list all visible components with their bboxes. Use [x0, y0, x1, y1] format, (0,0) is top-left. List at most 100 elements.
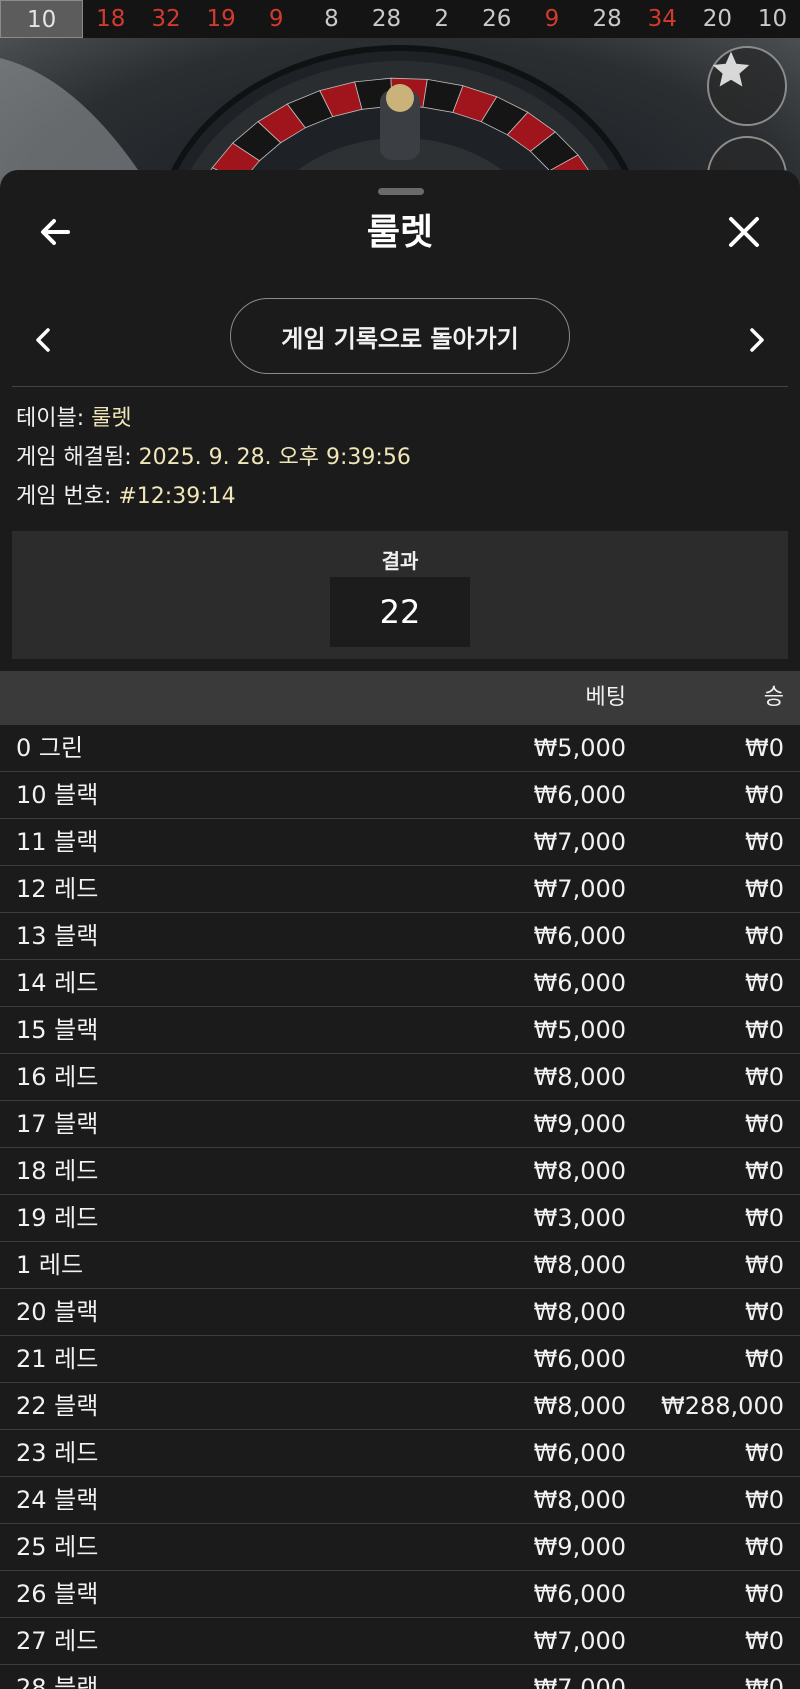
bet-amount: ₩9,000: [533, 1110, 626, 1138]
bet-name: 1 레드: [16, 1251, 84, 1279]
bet-amount: ₩7,000: [533, 875, 626, 903]
table-label: 테이블:: [16, 406, 85, 431]
bet-amount: ₩5,000: [533, 1016, 626, 1044]
bet-name: 12 레드: [16, 875, 99, 903]
history-number: 32: [151, 6, 181, 32]
table-row: 25 레드 ₩9,000 ₩0: [0, 1524, 800, 1571]
win-amount: ₩0: [745, 1110, 784, 1138]
result-history-strip: 10 18 32 19 9 8 28 2 26 9 28 34 20 10: [0, 0, 800, 38]
previous-game-button[interactable]: [28, 322, 58, 358]
bet-name: 19 레드: [16, 1204, 99, 1232]
bet-name: 17 블랙: [16, 1110, 99, 1138]
table-row: 27 레드 ₩7,000 ₩0: [0, 1618, 800, 1665]
back-to-history-button[interactable]: 게임 기록으로 돌아가기: [230, 298, 570, 374]
table-row: 23 레드 ₩6,000 ₩0: [0, 1430, 800, 1477]
bet-amount: ₩8,000: [533, 1298, 626, 1326]
history-number: 34: [647, 6, 677, 32]
bet-name: 25 레드: [16, 1533, 99, 1561]
table-row: 19 레드 ₩3,000 ₩0: [0, 1195, 800, 1242]
bet-amount: ₩7,000: [533, 1627, 626, 1655]
result-number: 22: [330, 577, 470, 647]
bet-name: 28 블랙: [16, 1674, 99, 1689]
star-icon: [712, 51, 750, 87]
table-row: 1 레드 ₩8,000 ₩0: [0, 1242, 800, 1289]
bet-name: 14 레드: [16, 969, 99, 997]
bet-amount: ₩3,000: [533, 1204, 626, 1232]
favorite-button[interactable]: [707, 46, 787, 126]
history-number: 26: [482, 6, 512, 32]
bet-amount: ₩8,000: [533, 1486, 626, 1514]
bet-name: 18 레드: [16, 1157, 99, 1185]
bet-name: 0 그린: [16, 734, 84, 762]
win-amount: ₩0: [745, 1627, 784, 1655]
win-amount: ₩0: [745, 969, 784, 997]
bet-name: 26 블랙: [16, 1580, 99, 1608]
bet-name: 16 레드: [16, 1063, 99, 1091]
page-title: 룰렛: [366, 212, 434, 253]
history-number: 28: [371, 6, 402, 32]
win-amount: ₩0: [745, 1298, 784, 1326]
history-number: 8: [324, 6, 339, 32]
game-detail-sheet: 룰렛 게임 기록으로 돌아가기 테이블: 룰렛 게임 해결됨: 2025. 9.…: [0, 170, 800, 1689]
table-row: 16 레드 ₩8,000 ₩0: [0, 1054, 800, 1101]
divider: [12, 386, 788, 387]
bet-name: 23 레드: [16, 1439, 99, 1467]
win-amount: ₩0: [745, 828, 784, 856]
table-row: 26 블랙 ₩6,000 ₩0: [0, 1571, 800, 1618]
bet-amount: ₩8,000: [533, 1392, 626, 1420]
history-number: 2: [434, 6, 449, 32]
win-amount: ₩0: [745, 922, 784, 950]
game-number-label: 게임 번호:: [16, 484, 112, 509]
win-amount: ₩0: [745, 1486, 784, 1514]
bet-amount: ₩8,000: [533, 1157, 626, 1185]
header-bet: 베팅: [585, 685, 626, 710]
table-row: 0 그린 ₩5,000 ₩0: [0, 725, 800, 772]
win-amount: ₩0: [745, 875, 784, 903]
close-button[interactable]: [724, 212, 764, 252]
history-number: 10: [757, 6, 788, 32]
table-row: 11 블랙 ₩7,000 ₩0: [0, 819, 800, 866]
bet-amount: ₩7,000: [533, 828, 626, 856]
bet-name: 22 블랙: [16, 1392, 99, 1420]
bet-amount: ₩7,000: [533, 1674, 626, 1689]
table-row: 28 블랙 ₩7,000 ₩0: [0, 1665, 800, 1689]
table-header: 베팅 승: [0, 671, 800, 725]
bet-name: 27 레드: [16, 1627, 99, 1655]
bet-amount: ₩8,000: [533, 1063, 626, 1091]
result-box: 결과 22: [12, 531, 788, 659]
game-number-value: #12:39:14: [118, 484, 236, 509]
table-row: 12 레드 ₩7,000 ₩0: [0, 866, 800, 913]
bet-name: 21 레드: [16, 1345, 99, 1373]
bet-name: 24 블랙: [16, 1486, 99, 1514]
next-game-button[interactable]: [742, 322, 772, 358]
win-amount: ₩0: [745, 1204, 784, 1232]
table-value: 룰렛: [91, 406, 132, 431]
roulette-wheel-video: [0, 38, 800, 188]
bet-amount: ₩6,000: [533, 922, 626, 950]
bet-name: 13 블랙: [16, 922, 99, 950]
bet-name: 20 블랙: [16, 1298, 99, 1326]
chevron-left-icon: [36, 328, 50, 352]
bet-name: 10 블랙: [16, 781, 99, 809]
table-row: 15 블랙 ₩5,000 ₩0: [0, 1007, 800, 1054]
bet-table: 베팅 승 0 그린 ₩5,000 ₩0 10 블랙 ₩6,000 ₩0 11 블랙 ₩7,00…: [0, 671, 800, 1689]
bet-amount: ₩9,000: [533, 1533, 626, 1561]
win-amount: ₩288,000: [661, 1392, 784, 1420]
win-amount: ₩0: [745, 734, 784, 762]
win-amount: ₩0: [745, 1439, 784, 1467]
table-row: 14 레드 ₩6,000 ₩0: [0, 960, 800, 1007]
bet-name: 11 블랙: [16, 828, 99, 856]
win-amount: ₩0: [745, 1580, 784, 1608]
history-number: 9: [544, 6, 560, 32]
sheet-drag-handle[interactable]: [378, 188, 424, 195]
win-amount: ₩0: [745, 1157, 784, 1185]
history-number: 28: [592, 6, 622, 32]
table-row: 21 레드 ₩6,000 ₩0: [0, 1336, 800, 1383]
bet-amount: ₩6,000: [533, 781, 626, 809]
bet-name: 15 블랙: [16, 1016, 99, 1044]
resolved-info: 게임 해결됨: 2025. 9. 28. 오후 9:39:56: [16, 443, 411, 473]
bet-amount: ₩8,000: [533, 1251, 626, 1279]
bet-amount: ₩6,000: [533, 1345, 626, 1373]
table-row: 17 블랙 ₩9,000 ₩0: [0, 1101, 800, 1148]
table-row: 22 블랙 ₩8,000 ₩288,000: [0, 1383, 800, 1430]
